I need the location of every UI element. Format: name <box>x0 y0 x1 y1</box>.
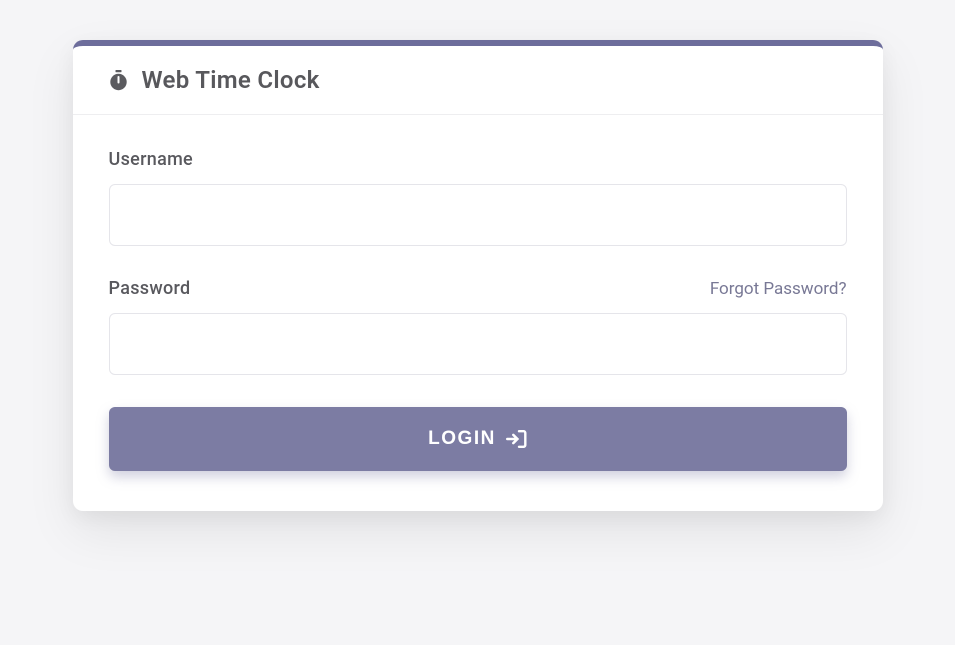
username-group: Username <box>109 149 847 246</box>
card-body: Username Password Forgot Password? LOGIN <box>73 115 883 511</box>
login-button-label: LOGIN <box>428 428 496 450</box>
login-button[interactable]: LOGIN <box>109 407 847 471</box>
forgot-password-link[interactable]: Forgot Password? <box>710 279 847 299</box>
sign-in-icon <box>506 430 527 448</box>
username-label: Username <box>109 149 194 170</box>
page-title: Web Time Clock <box>142 66 320 94</box>
stopwatch-icon <box>109 70 128 91</box>
login-card: Web Time Clock Username Password Forgot … <box>73 40 883 511</box>
password-group: Password Forgot Password? <box>109 278 847 375</box>
password-label: Password <box>109 278 191 299</box>
card-header: Web Time Clock <box>73 46 883 115</box>
username-input[interactable] <box>109 184 847 246</box>
password-input[interactable] <box>109 313 847 375</box>
